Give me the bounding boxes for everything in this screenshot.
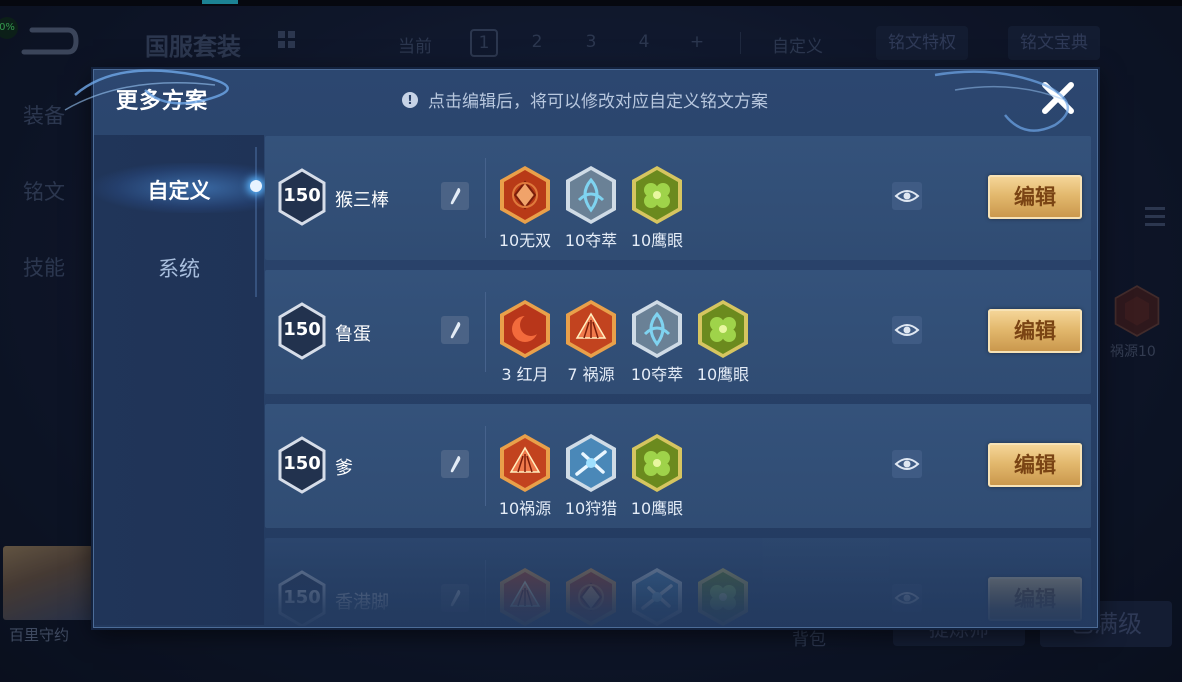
plan-level: 150 <box>283 185 321 206</box>
grid-icon[interactable] <box>278 31 296 49</box>
rune-privilege-button[interactable]: 铭文特权 <box>876 26 968 60</box>
plan-name: 香港脚 <box>335 592 389 613</box>
red-diamond-rune-icon <box>566 568 616 626</box>
rename-button[interactable] <box>441 182 469 210</box>
bg-divider <box>740 32 741 54</box>
rename-button[interactable] <box>441 450 469 478</box>
card-divider <box>485 292 486 372</box>
red-fan-rune-icon <box>500 434 550 492</box>
card-divider <box>485 158 486 238</box>
info-icon: ! <box>402 91 418 108</box>
bg-bag-label[interactable]: 背包 <box>792 625 826 650</box>
close-icon[interactable] <box>1038 78 1078 118</box>
eye-icon <box>894 458 920 470</box>
hero-name[interactable]: 百里守约 <box>9 624 69 645</box>
rename-button[interactable] <box>441 584 469 612</box>
plan-card[interactable]: 150 香港脚 编辑 <box>265 538 1091 626</box>
plan-card[interactable]: 150 爹 编辑 10祸源 10狩猎 10鹰眼 <box>265 404 1091 528</box>
silver-knot-rune-icon <box>632 300 682 358</box>
bg-set-title: 国服套装 <box>145 33 241 61</box>
bg-rune-icon <box>1114 285 1160 337</box>
green-clover-rune-icon <box>632 166 682 224</box>
sidebar-item-system[interactable]: 系统 <box>94 253 264 283</box>
bg-page-add[interactable]: + <box>684 29 710 55</box>
preview-button[interactable] <box>892 450 922 478</box>
sidebar-item-custom[interactable]: 自定义 <box>94 175 264 205</box>
rune-label: 10鹰眼 <box>696 365 750 384</box>
edit-button[interactable]: 编辑 <box>988 443 1082 487</box>
pencil-icon <box>450 322 461 339</box>
red-moon-rune-icon <box>500 300 550 358</box>
preview-button[interactable] <box>892 182 922 210</box>
status-indicator <box>202 0 238 4</box>
plan-level: 150 <box>283 587 321 608</box>
card-divider <box>485 560 486 626</box>
pencil-icon <box>450 188 461 205</box>
hero-avatar[interactable] <box>3 546 93 620</box>
eye-icon <box>894 324 920 336</box>
silver-knot-rune-icon <box>566 166 616 224</box>
modal-title: 更多方案 <box>116 89 209 114</box>
preview-button[interactable] <box>892 316 922 344</box>
plan-name: 猴三棒 <box>335 190 389 211</box>
modal-sidebar: 自定义 系统 <box>94 135 264 625</box>
green-clover-rune-icon <box>698 568 748 626</box>
bg-tab-skills[interactable]: 技能 <box>23 252 65 282</box>
bg-rune-label: 祸源10 <box>1110 344 1156 360</box>
rune-label: 10鹰眼 <box>630 499 684 518</box>
red-fan-rune-icon <box>500 568 550 626</box>
rune-label: 10鹰眼 <box>630 231 684 250</box>
bg-tab-runes[interactable]: 铭文 <box>23 176 65 206</box>
eye-icon <box>894 190 920 202</box>
pencil-icon <box>450 590 461 607</box>
red-fan-rune-icon <box>566 300 616 358</box>
plan-level: 150 <box>283 453 321 474</box>
green-clover-rune-icon <box>632 434 682 492</box>
edit-button[interactable]: 编辑 <box>988 309 1082 353</box>
card-divider <box>485 426 486 506</box>
more-plans-modal: 更多方案 ! 点击编辑后，将可以修改对应自定义铭文方案 自定义 系统 150 猴… <box>93 69 1098 628</box>
green-clover-rune-icon <box>698 300 748 358</box>
bg-page-2[interactable]: 2 <box>524 29 550 55</box>
rune-privilege-label: 铭文特权 <box>888 33 956 53</box>
rune-book-label: 铭文宝典 <box>1020 33 1088 53</box>
plan-list[interactable]: 150 猴三棒 编辑 10无双 10夺萃 10鹰眼 150 鲁蛋 编辑 3 红月… <box>265 136 1093 626</box>
modal-hint: ! 点击编辑后，将可以修改对应自定义铭文方案 <box>402 87 768 112</box>
back-arrow-icon[interactable] <box>18 26 80 56</box>
pencil-icon <box>450 456 461 473</box>
edit-button[interactable]: 编辑 <box>988 577 1082 621</box>
bg-custom-label[interactable]: 自定义 <box>772 32 823 57</box>
percent-badge: 0% <box>0 17 18 39</box>
rune-book-button[interactable]: 铭文宝典 <box>1008 26 1100 60</box>
modal-hint-text: 点击编辑后，将可以修改对应自定义铭文方案 <box>428 92 768 112</box>
top-status-strip <box>0 0 1182 6</box>
blue-arrow-rune-icon <box>632 568 682 626</box>
plan-card[interactable]: 150 鲁蛋 编辑 3 红月 7 祸源 10夺萃 10鹰眼 <box>265 270 1091 394</box>
plan-name: 爹 <box>335 458 353 479</box>
red-diamond-rune-icon <box>500 166 550 224</box>
eye-icon <box>894 592 920 604</box>
menu-icon[interactable] <box>1145 207 1165 231</box>
plan-card[interactable]: 150 猴三棒 编辑 10无双 10夺萃 10鹰眼 <box>265 136 1091 260</box>
bg-page-4[interactable]: 4 <box>631 29 657 55</box>
bg-current-label: 当前 <box>398 37 432 57</box>
rename-button[interactable] <box>441 316 469 344</box>
edit-button[interactable]: 编辑 <box>988 175 1082 219</box>
plan-name: 鲁蛋 <box>335 324 371 345</box>
blue-arrow-rune-icon <box>566 434 616 492</box>
preview-button[interactable] <box>892 584 922 612</box>
bg-page-1[interactable]: 1 <box>470 29 498 57</box>
bg-tab-equipment[interactable]: 装备 <box>23 100 65 130</box>
bg-page-3[interactable]: 3 <box>578 29 604 55</box>
plan-level: 150 <box>283 319 321 340</box>
